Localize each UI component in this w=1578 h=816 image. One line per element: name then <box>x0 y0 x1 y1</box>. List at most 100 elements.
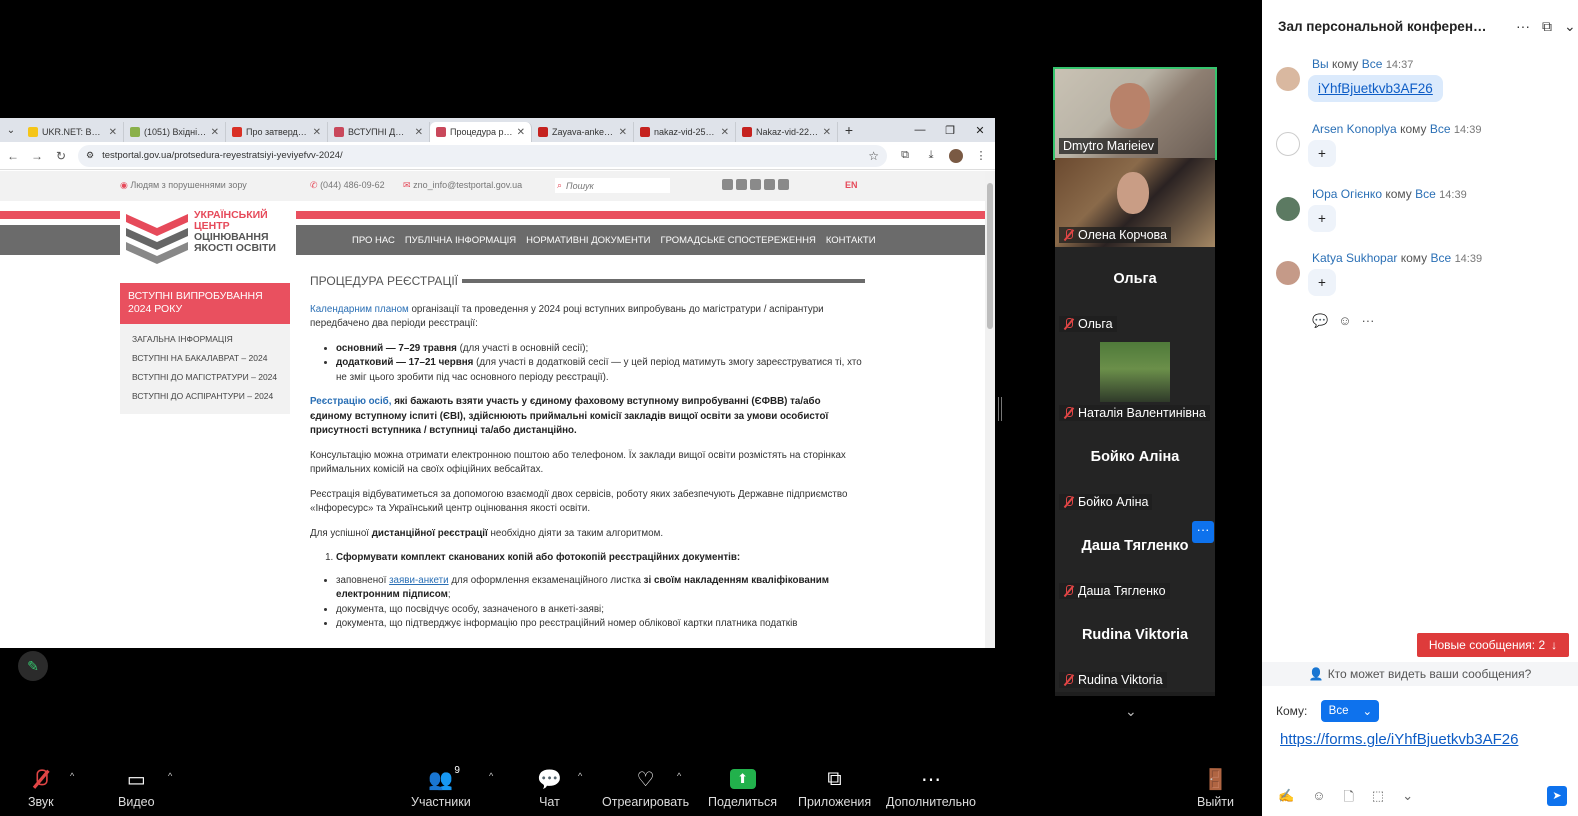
tab-close-icon[interactable]: ✕ <box>313 127 321 138</box>
sidebar-item[interactable]: ВСТУПНІ ДО АСПІРАНТУРИ – 2024 <box>132 387 278 406</box>
site-menu-item[interactable]: ПРО НАС <box>352 235 395 246</box>
video-button[interactable]: ▭ Видео <box>118 765 155 810</box>
facebook-icon[interactable] <box>750 179 761 190</box>
browser-menu-icon[interactable]: ⋮ <box>973 149 989 162</box>
recipient-select[interactable]: Все ⌄ <box>1321 700 1380 722</box>
site-menu-item[interactable]: ГРОМАДСЬКЕ СПОСТЕРЕЖЕННЯ <box>660 235 815 246</box>
instagram-icon[interactable] <box>736 179 747 190</box>
browser-tab[interactable]: UKR.NET: Всі новини ✕ <box>22 122 124 142</box>
back-arrow-icon[interactable]: ← <box>6 149 20 163</box>
who-can-see-messages-link[interactable]: 👤 Кто может видеть ваши сообщения? <box>1262 662 1578 686</box>
site-info-icon[interactable]: ⚙ <box>86 150 94 161</box>
extensions-icon[interactable]: ⧉ <box>897 149 913 162</box>
tab-close-icon[interactable]: ✕ <box>415 127 423 138</box>
browser-tab[interactable]: Nakaz-vid-2204 ✕ <box>736 122 838 142</box>
avatar[interactable] <box>1276 132 1300 156</box>
add-reaction-icon[interactable]: ☺ <box>1338 313 1351 329</box>
site-search-input[interactable]: ⌕ Пошук <box>555 178 670 193</box>
youtube-icon[interactable] <box>778 179 789 190</box>
leave-button[interactable]: 🚪 Выйти <box>1197 765 1234 810</box>
sidebar-heading[interactable]: ВСТУПНІ ВИПРОБУВАННЯ 2024 РОКУ <box>120 283 290 324</box>
accessibility-link[interactable]: ◉ Людям з порушеннями зору <box>120 180 247 191</box>
site-menu-item[interactable]: ПУБЛІЧНА ІНФОРМАЦІЯ <box>405 235 516 246</box>
ucequa-logo[interactable]: Український центр оцінювання якості осві… <box>120 206 296 270</box>
close-window-icon[interactable]: ✕ <box>965 124 995 137</box>
message-link[interactable]: iYhfBjuetkvb3AF26 <box>1318 81 1433 96</box>
more-options-icon[interactable]: ··· <box>1516 18 1530 35</box>
telegram-icon[interactable] <box>764 179 775 190</box>
bookmark-star-icon[interactable]: ☆ <box>868 149 879 163</box>
sender-name[interactable]: Вы <box>1312 57 1329 71</box>
tab-search-chevron-icon[interactable]: ⌄ <box>0 118 22 142</box>
collapse-panel-icon[interactable]: ⌄ <box>1564 18 1576 35</box>
tab-close-icon[interactable]: ✕ <box>517 127 525 138</box>
participant-tile[interactable]: Даша Тягленко Даша Тягленко <box>1055 514 1215 603</box>
calendar-plan-link[interactable]: Календарним планом <box>310 304 409 315</box>
avatar[interactable] <box>1276 67 1300 91</box>
browser-tab[interactable]: ВСТУПНІ ДО МАГ ✕ <box>328 122 430 142</box>
send-icon[interactable]: ➤ <box>1547 786 1567 806</box>
audio-button[interactable]: Звук <box>28 765 54 809</box>
new-messages-button[interactable]: Новые сообщения: 2 ↓ <box>1417 633 1569 657</box>
emoji-icon[interactable]: ☺ <box>1312 788 1325 810</box>
browser-tab[interactable]: Процедура реєстрації ✕ <box>430 122 532 142</box>
scrollbar-thumb[interactable] <box>987 183 993 329</box>
sidebar-item[interactable]: ВСТУПНІ НА БАКАЛАВРАТ – 2024 <box>132 349 278 368</box>
download-icon[interactable]: ⤓ <box>923 149 939 162</box>
sidebar-item[interactable]: ВСТУПНІ ДО МАГІСТРАТУРИ – 2024 <box>132 368 278 387</box>
tab-close-icon[interactable]: ✕ <box>211 127 219 138</box>
format-text-icon[interactable]: ✍ <box>1278 788 1294 810</box>
site-menu-item[interactable]: КОНТАКТИ <box>826 235 876 246</box>
chat-message-input[interactable]: https://forms.gle/iYhfBjuetkvb3AF26 <box>1280 731 1518 748</box>
annotate-pencil-icon[interactable]: ✎ <box>18 651 48 681</box>
compose-more-chevron-icon[interactable]: ⌄ <box>1402 788 1413 810</box>
restore-icon[interactable]: ❐ <box>935 124 965 137</box>
participant-tile[interactable]: Наталія Валентинівна <box>1055 336 1215 425</box>
new-tab-button[interactable]: + <box>838 122 860 138</box>
apps-button[interactable]: ⧉ Приложения <box>798 765 871 810</box>
participant-tile[interactable]: Бойко Аліна Бойко Аліна <box>1055 425 1215 514</box>
application-form-link[interactable]: заяви-анкети <box>389 575 449 586</box>
avatar[interactable] <box>1276 261 1300 285</box>
forward-arrow-icon[interactable]: → <box>30 149 44 163</box>
participants-options-caret-icon[interactable]: ^ <box>489 771 493 781</box>
video-options-caret-icon[interactable]: ^ <box>168 771 172 781</box>
language-switch[interactable]: EN <box>845 180 858 190</box>
profile-avatar[interactable] <box>949 148 963 163</box>
tab-close-icon[interactable]: ✕ <box>721 127 729 138</box>
phone-link[interactable]: ✆ (044) 486-09-62 <box>310 180 385 191</box>
reply-icon[interactable]: 💬 <box>1312 313 1328 329</box>
browser-tab[interactable]: nakaz-vid-25-04 ✕ <box>634 122 736 142</box>
participant-tile[interactable]: Ольга Ольга <box>1055 247 1215 336</box>
browser-tab[interactable]: Zayava-anketa-1 ✕ <box>532 122 634 142</box>
sender-name[interactable]: Arsen Konoplya <box>1312 122 1397 136</box>
site-menu-item[interactable]: НОРМАТИВНІ ДОКУМЕНТИ <box>526 235 650 246</box>
screenshot-icon[interactable]: ⬚ <box>1372 788 1384 810</box>
share-screen-button[interactable]: ⬆ Поделиться <box>708 765 777 809</box>
sender-name[interactable]: Katya Sukhopar <box>1312 251 1397 265</box>
sidebar-item[interactable]: ЗАГАЛЬНА ІНФОРМАЦІЯ <box>132 330 278 349</box>
gallery-scroll-down-chevron-icon[interactable]: ⌄ <box>1125 703 1137 720</box>
more-button[interactable]: ⋯ Дополнительно <box>886 765 976 810</box>
registration-link[interactable]: Реєстрацію осіб, <box>310 396 391 407</box>
chat-button[interactable]: 💬 Чат <box>537 765 562 810</box>
chat-options-caret-icon[interactable]: ^ <box>578 771 582 781</box>
minimize-icon[interactable]: — <box>905 124 935 137</box>
participant-tile[interactable]: Dmytro Marieiev <box>1053 67 1217 160</box>
tab-close-icon[interactable]: ✕ <box>109 127 117 138</box>
tile-more-options-button[interactable]: ··· <box>1192 521 1214 543</box>
participants-button[interactable]: 👥 9 Участники <box>411 765 471 809</box>
rss-icon[interactable] <box>722 179 733 190</box>
file-icon[interactable]: 🗋 <box>1343 788 1353 810</box>
browser-tab[interactable]: (1051) Вхідні - dpc ✕ <box>124 122 226 142</box>
participant-tile[interactable]: Олена Корчова <box>1055 158 1215 247</box>
participant-tile[interactable]: Rudina Viktoria Rudina Viktoria <box>1055 603 1215 692</box>
reload-icon[interactable]: ↻ <box>54 149 68 163</box>
tab-close-icon[interactable]: ✕ <box>823 127 831 138</box>
email-link[interactable]: ✉ zno_info@testportal.gov.ua <box>403 180 522 191</box>
pop-out-icon[interactable]: ⧉ <box>1542 18 1552 35</box>
audio-options-caret-icon[interactable]: ^ <box>70 771 74 781</box>
react-options-caret-icon[interactable]: ^ <box>677 771 681 781</box>
url-input[interactable]: ⚙ testportal.gov.ua/protsedura-reyestrat… <box>78 144 887 167</box>
sender-name[interactable]: Юра Огієнко <box>1312 187 1382 201</box>
